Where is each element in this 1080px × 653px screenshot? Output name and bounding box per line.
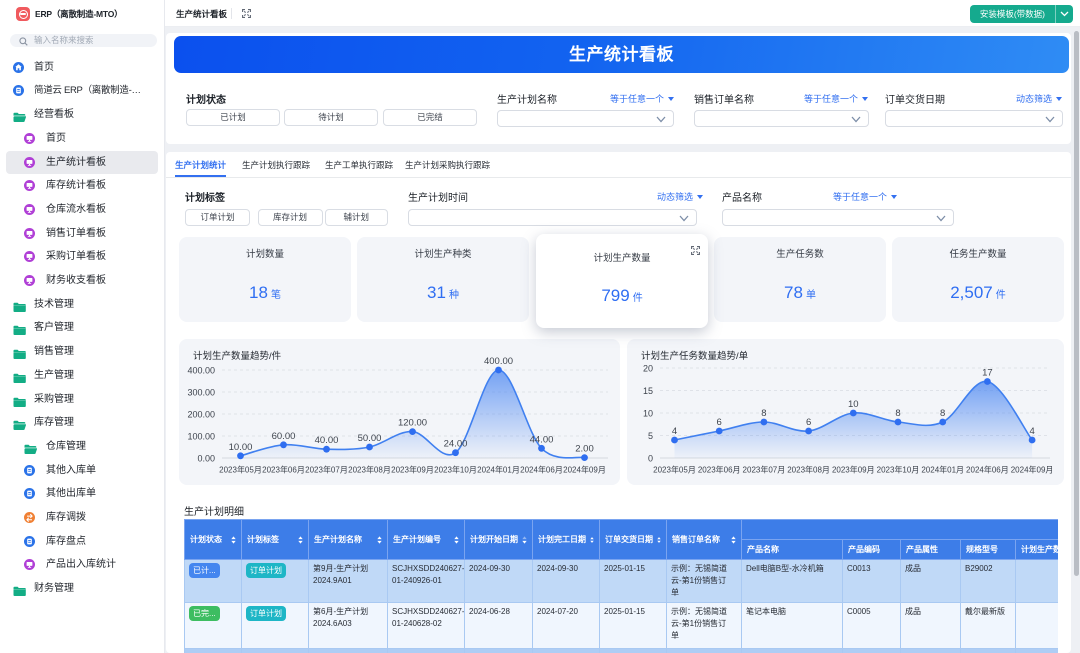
svg-text:2023年07月: 2023年07月 (305, 465, 348, 475)
svg-text:60.00: 60.00 (272, 431, 296, 442)
svg-text:4: 4 (1029, 426, 1034, 437)
svg-text:8: 8 (940, 408, 945, 419)
svg-text:17: 17 (982, 368, 993, 379)
svg-text:2023年05月: 2023年05月 (219, 465, 262, 475)
svg-text:6: 6 (806, 417, 811, 428)
svg-text:4: 4 (672, 426, 677, 437)
svg-text:400.00: 400.00 (187, 366, 215, 376)
svg-text:2.00: 2.00 (575, 444, 594, 455)
svg-text:6: 6 (717, 417, 722, 428)
svg-text:20: 20 (643, 364, 653, 374)
svg-text:2024年01月: 2024年01月 (921, 465, 964, 475)
svg-text:2024年06月: 2024年06月 (966, 465, 1009, 475)
svg-text:100.00: 100.00 (187, 432, 215, 442)
svg-text:120.00: 120.00 (398, 418, 427, 429)
svg-text:2023年07月: 2023年07月 (743, 465, 786, 475)
svg-text:10: 10 (848, 399, 859, 410)
svg-text:24.00: 24.00 (444, 439, 468, 450)
svg-text:0: 0 (648, 454, 653, 464)
svg-text:44.00: 44.00 (530, 434, 554, 445)
svg-text:2023年09月: 2023年09月 (832, 465, 875, 475)
svg-text:10: 10 (643, 409, 653, 419)
svg-text:300.00: 300.00 (187, 388, 215, 398)
svg-text:8: 8 (895, 408, 900, 419)
svg-text:2023年08月: 2023年08月 (787, 465, 830, 475)
svg-text:10.00: 10.00 (229, 442, 253, 453)
svg-text:15: 15 (643, 386, 653, 396)
svg-text:2023年10月: 2023年10月 (434, 465, 477, 475)
svg-text:2024年01月: 2024年01月 (477, 465, 520, 475)
svg-text:2023年08月: 2023年08月 (348, 465, 391, 475)
svg-text:2024年06月: 2024年06月 (520, 465, 563, 475)
svg-text:5: 5 (648, 431, 653, 441)
svg-text:0.00: 0.00 (197, 454, 215, 464)
svg-text:2023年09月: 2023年09月 (391, 465, 434, 475)
svg-text:2024年09月: 2024年09月 (1011, 465, 1054, 475)
svg-text:2023年05月: 2023年05月 (653, 465, 696, 475)
svg-text:200.00: 200.00 (187, 410, 215, 420)
svg-text:400.00: 400.00 (484, 356, 513, 367)
svg-text:2023年06月: 2023年06月 (698, 465, 741, 475)
svg-text:2024年09月: 2024年09月 (563, 465, 606, 475)
svg-text:8: 8 (761, 408, 766, 419)
svg-text:2023年10月: 2023年10月 (877, 465, 920, 475)
svg-text:2023年06月: 2023年06月 (262, 465, 305, 475)
svg-text:50.00: 50.00 (358, 433, 382, 444)
svg-text:40.00: 40.00 (315, 435, 339, 446)
